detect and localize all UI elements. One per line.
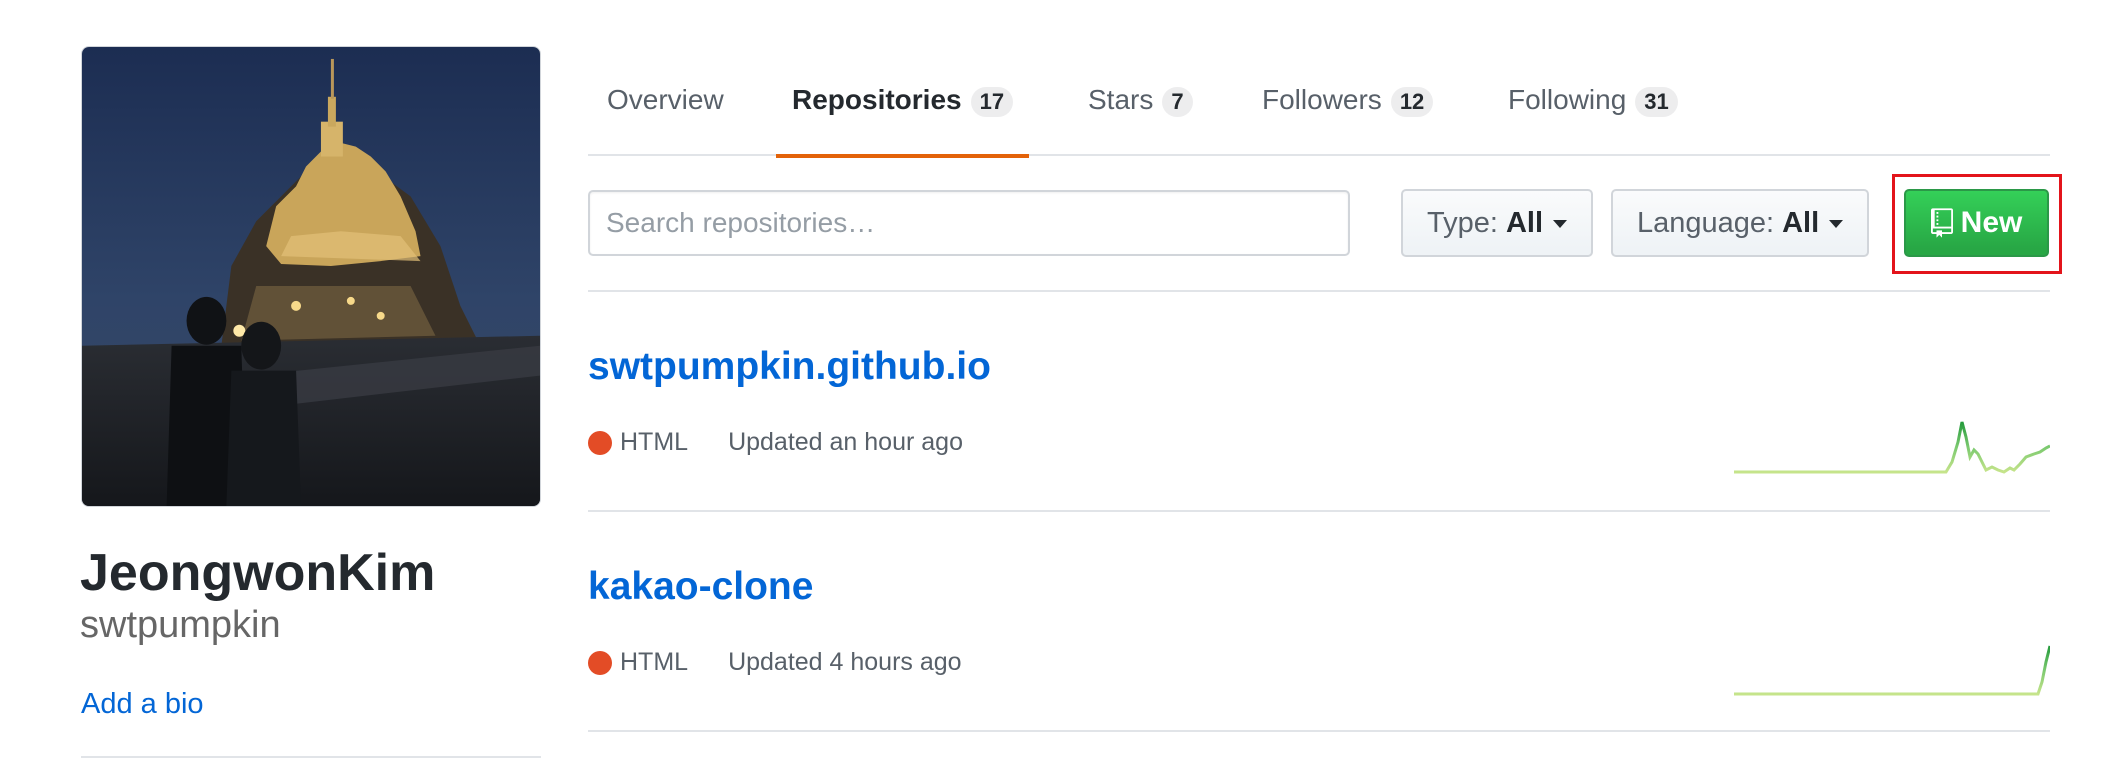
type-filter-label: Type: [1427,206,1498,239]
highlight-box [1892,174,2062,274]
type-filter-value: All [1505,206,1543,239]
type-filter-button[interactable]: Type: All [1401,189,1593,257]
tab-label: Overview [607,84,724,115]
repo-language: HTML [620,648,689,676]
language-color-dot [588,650,612,675]
repo-list-item: kakao-clone HTML Updated 4 hours ago [588,512,2050,732]
tab-count: 7 [1162,87,1193,117]
repo-language: HTML [620,428,689,456]
tab-label: Stars [1088,84,1154,115]
repo-meta: HTML Updated 4 hours ago [588,648,962,677]
profile-tabs: Overview Repositories 17 Stars 7 Followe… [588,60,2050,158]
repo-updated: Updated an hour ago [728,428,963,456]
profile-name: JeongwonKim [80,544,436,602]
tab-label: Following [1508,84,1627,115]
caret-down-icon [1553,220,1567,228]
repo-list-item: swtpumpkin.github.io HTML Updated an hou… [588,292,2050,512]
add-bio-link[interactable]: Add a bio [81,684,204,724]
language-filter-button[interactable]: Language: All [1611,189,1870,257]
language-filter-value: All [1782,206,1820,239]
repo-meta: HTML Updated an hour ago [588,428,963,457]
search-repositories-input[interactable] [588,190,1350,256]
caret-down-icon [1829,220,1844,228]
language-color-dot [588,430,612,455]
tab-count: 12 [1390,87,1434,117]
repo-name-link[interactable]: kakao-clone [588,562,813,612]
avatar-photo [82,47,540,506]
language-filter-label: Language: [1637,206,1775,239]
tab-followers[interactable]: Followers 12 [1262,60,1434,156]
profile-username: swtpumpkin [80,604,281,646]
tab-stars[interactable]: Stars 7 [1088,60,1193,156]
tab-count: 31 [1635,87,1678,117]
tab-count: 17 [970,87,1014,117]
repo-name-link[interactable]: swtpumpkin.github.io [588,342,991,392]
tab-label: Followers [1262,84,1382,115]
tab-label: Repositories [792,84,962,115]
tab-repositories[interactable]: Repositories 17 [775,60,1030,158]
divider [81,756,541,758]
tab-following[interactable]: Following 31 [1508,60,1678,156]
activity-sparkline [1734,645,2050,696]
tab-overview[interactable]: Overview [607,60,724,156]
repo-updated: Updated 4 hours ago [728,648,962,676]
profile-avatar[interactable] [81,46,541,507]
activity-sparkline [1734,421,2050,474]
